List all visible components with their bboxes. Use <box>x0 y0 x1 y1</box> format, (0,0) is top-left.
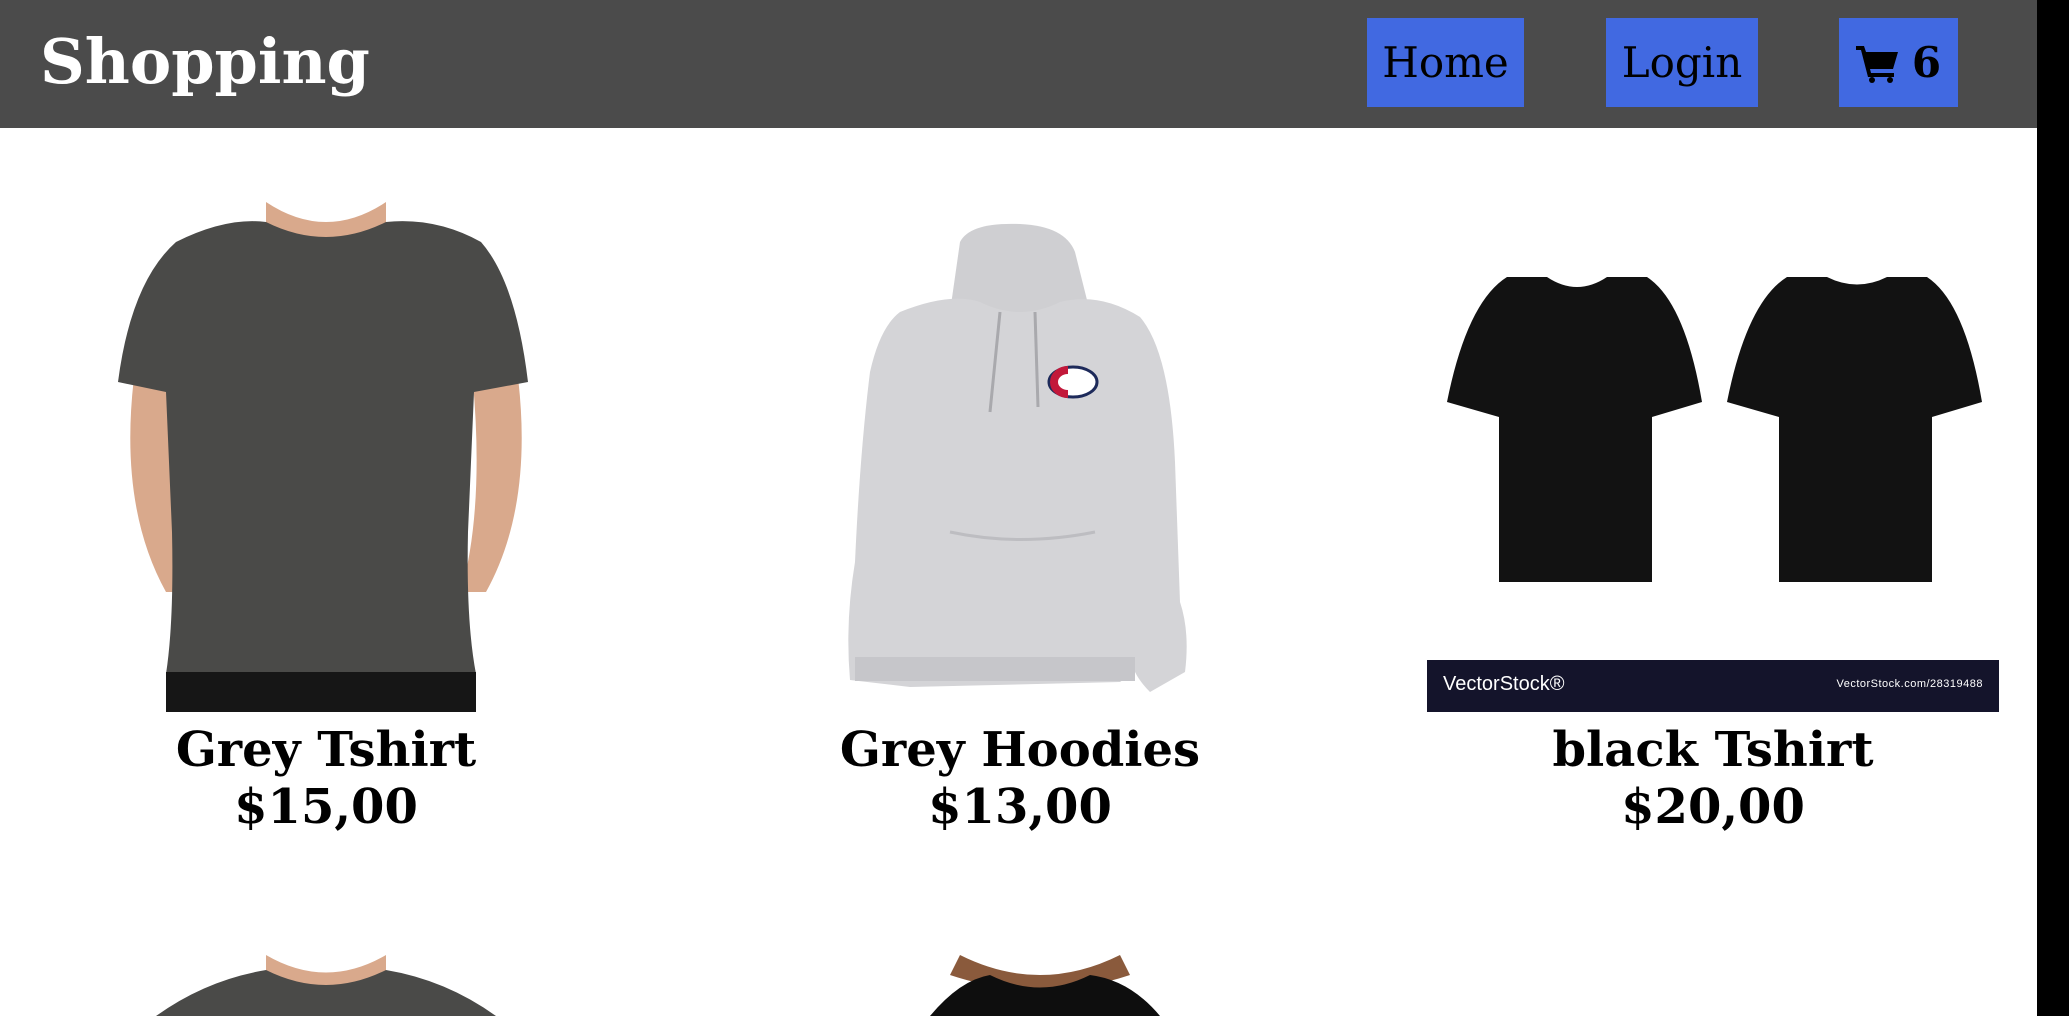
top-header: Shopping Home Login 6 <box>0 0 2037 128</box>
product-name[interactable]: black Tshirt <box>1427 722 1999 778</box>
shopping-cart-icon <box>1855 45 1898 83</box>
product-price: $15,00 <box>234 779 418 835</box>
product-image[interactable] <box>96 202 556 712</box>
watermark-banner: VectorStock® VectorStock.com/28319488 <box>1427 660 1999 712</box>
home-button[interactable]: Home <box>1367 18 1524 107</box>
watermark-id: VectorStock.com/28319488 <box>1836 678 1983 690</box>
product-card[interactable] <box>900 955 1180 1016</box>
black-tshirt-front-back-photo <box>1427 202 1999 660</box>
product-card[interactable] <box>96 955 556 1016</box>
product-price: $20,00 <box>1621 779 1805 835</box>
cart-button[interactable]: 6 <box>1839 18 1958 107</box>
product-name[interactable]: Grey Hoodies <box>810 722 1230 778</box>
product-image[interactable]: VectorStock® VectorStock.com/28319488 <box>1427 202 1999 712</box>
grey-tshirt-photo <box>96 202 556 712</box>
black-tshirt-photo <box>900 955 1180 1016</box>
product-price: $13,00 <box>928 779 1112 835</box>
product-card[interactable]: Grey Hoodies $13,00 <box>810 202 1230 842</box>
product-card[interactable]: Grey Tshirt $15,00 <box>96 202 556 842</box>
scrollbar[interactable] <box>2037 0 2069 1016</box>
product-card[interactable]: VectorStock® VectorStock.com/28319488 bl… <box>1427 202 1999 842</box>
site-title: Shopping <box>40 25 370 98</box>
login-button[interactable]: Login <box>1606 18 1758 107</box>
product-name[interactable]: Grey Tshirt <box>96 722 556 778</box>
cart-count: 6 <box>1911 38 1942 87</box>
watermark-brand: VectorStock® <box>1443 673 1565 695</box>
grey-hoodie-photo <box>810 202 1230 712</box>
product-image[interactable] <box>810 202 1230 712</box>
grey-tshirt-photo <box>96 955 556 1016</box>
